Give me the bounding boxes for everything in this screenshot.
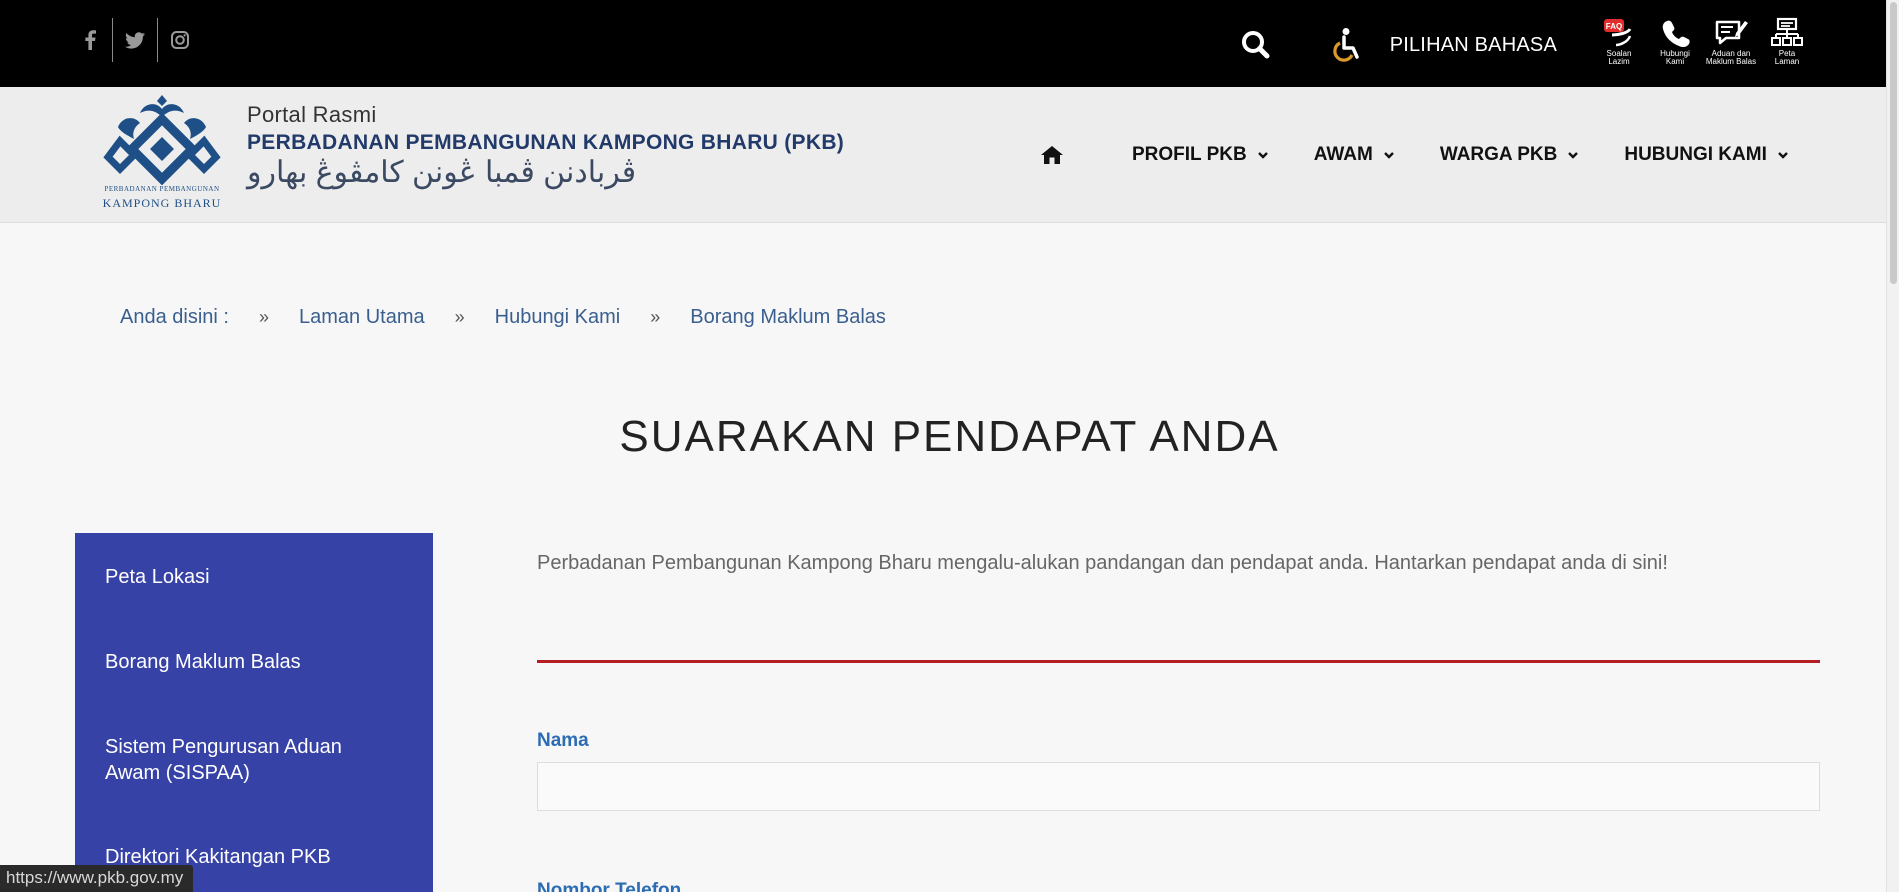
quick-link-feedback[interactable]: Aduan dan Maklum Balas xyxy=(1703,17,1759,73)
accessibility-icon[interactable] xyxy=(1324,25,1364,65)
chevron-down-icon xyxy=(1257,152,1268,159)
breadcrumb-separator: » xyxy=(258,307,269,327)
faq-icon: FAQ xyxy=(1604,19,1632,47)
phone-label: Nombor Telefon xyxy=(537,880,682,892)
scrollbar-thumb[interactable] xyxy=(1890,2,1897,284)
sidebar-item-peta-lokasi[interactable]: Peta Lokasi xyxy=(105,564,405,590)
sidebar: Peta Lokasi Borang Maklum Balas Sistem P… xyxy=(75,533,433,892)
sitemap-icon xyxy=(1771,17,1803,46)
logo-text-small: PERBADANAN PEMBANGUNAN xyxy=(104,185,220,193)
nav-hubungi-kami[interactable]: HUBUNGI KAMI xyxy=(1624,144,1789,166)
social-links xyxy=(68,18,202,62)
phone-icon xyxy=(1662,20,1690,48)
quick-link-label: Hubungi Kami xyxy=(1660,49,1690,66)
main-nav: PROFIL PKB AWAM WARGA PKB HUBUNGI KAMI xyxy=(1040,137,1789,173)
top-utility-bar: PILIHAN BAHASA FAQ Soalan Lazim Hubungi Ka… xyxy=(1236,17,1815,73)
org-name-jawi: ڤربادنن ڤمبا ڠونن كامڤوڠ بهارو xyxy=(247,156,637,189)
breadcrumb-lead: Anda disini : xyxy=(120,306,229,328)
chevron-down-icon xyxy=(1568,152,1579,159)
home-icon[interactable] xyxy=(1040,137,1090,173)
search-icon[interactable] xyxy=(1236,25,1276,65)
quick-link-label: Soalan Lazim xyxy=(1606,49,1632,66)
name-input[interactable] xyxy=(537,762,1820,811)
breadcrumb-contact[interactable]: Hubungi Kami xyxy=(495,306,621,329)
sidebar-item-borang-maklum-balas[interactable]: Borang Maklum Balas xyxy=(105,649,405,675)
chevron-down-icon xyxy=(1778,152,1788,159)
quick-link-label: Peta Laman xyxy=(1774,49,1800,66)
breadcrumb-separator: » xyxy=(454,307,465,327)
nav-awam[interactable]: AWAM xyxy=(1314,144,1395,166)
page-title: SUARAKAN PENDAPAT ANDA xyxy=(619,412,1280,461)
section-divider xyxy=(537,660,1820,663)
quick-link-sitemap[interactable]: Peta Laman xyxy=(1759,17,1815,73)
intro-text: Perbadanan Pembangunan Kampong Bharu men… xyxy=(537,552,1668,574)
page-scrollbar[interactable] xyxy=(1886,0,1899,892)
top-bar: PILIHAN BAHASA FAQ Soalan Lazim Hubungi Ka… xyxy=(0,0,1899,87)
twitter-icon[interactable] xyxy=(113,18,157,62)
site-brand[interactable]: Portal Rasmi PERBADANAN PEMBANGUNAN KAMP… xyxy=(247,102,844,190)
name-label: Nama xyxy=(537,730,589,751)
quick-link-label: Aduan dan Maklum Balas xyxy=(1705,49,1757,66)
logo-text-large: KAMPONG BHARU xyxy=(102,196,222,210)
breadcrumb: Anda disini : » Laman Utama » Hubungi Ka… xyxy=(120,306,886,329)
nav-profil-pkb[interactable]: PROFIL PKB xyxy=(1132,144,1269,166)
nav-warga-pkb[interactable]: WARGA PKB xyxy=(1440,144,1580,166)
language-selector[interactable]: PILIHAN BAHASA xyxy=(1390,34,1557,57)
breadcrumb-separator: » xyxy=(650,307,661,327)
org-name: PERBADANAN PEMBANGUNAN KAMPONG BHARU (PK… xyxy=(247,131,845,154)
site-header: PERBADANAN PEMBANGUNAN KAMPONG BHARU Por… xyxy=(0,87,1899,223)
pkb-logo[interactable]: PERBADANAN PEMBANGUNAN KAMPONG BHARU xyxy=(98,93,226,213)
breadcrumb-current[interactable]: Borang Maklum Balas xyxy=(690,306,886,329)
sidebar-item-sispaa[interactable]: Sistem Pengurusan Aduan Awam (SISPAA) xyxy=(105,734,375,786)
quick-link-contact[interactable]: Hubungi Kami xyxy=(1647,17,1703,73)
facebook-icon[interactable] xyxy=(68,18,112,62)
pkb-emblem-icon xyxy=(103,95,221,186)
quick-link-faq[interactable]: FAQ Soalan Lazim xyxy=(1591,17,1647,73)
portal-label: Portal Rasmi xyxy=(247,102,377,127)
chevron-down-icon xyxy=(1383,152,1394,159)
status-bar-url: https://www.pkb.gov.my xyxy=(0,865,194,892)
faq-badge: FAQ xyxy=(1606,22,1622,31)
feedback-icon xyxy=(1715,20,1748,45)
breadcrumb-home[interactable]: Laman Utama xyxy=(299,306,425,329)
instagram-icon[interactable] xyxy=(158,18,202,62)
